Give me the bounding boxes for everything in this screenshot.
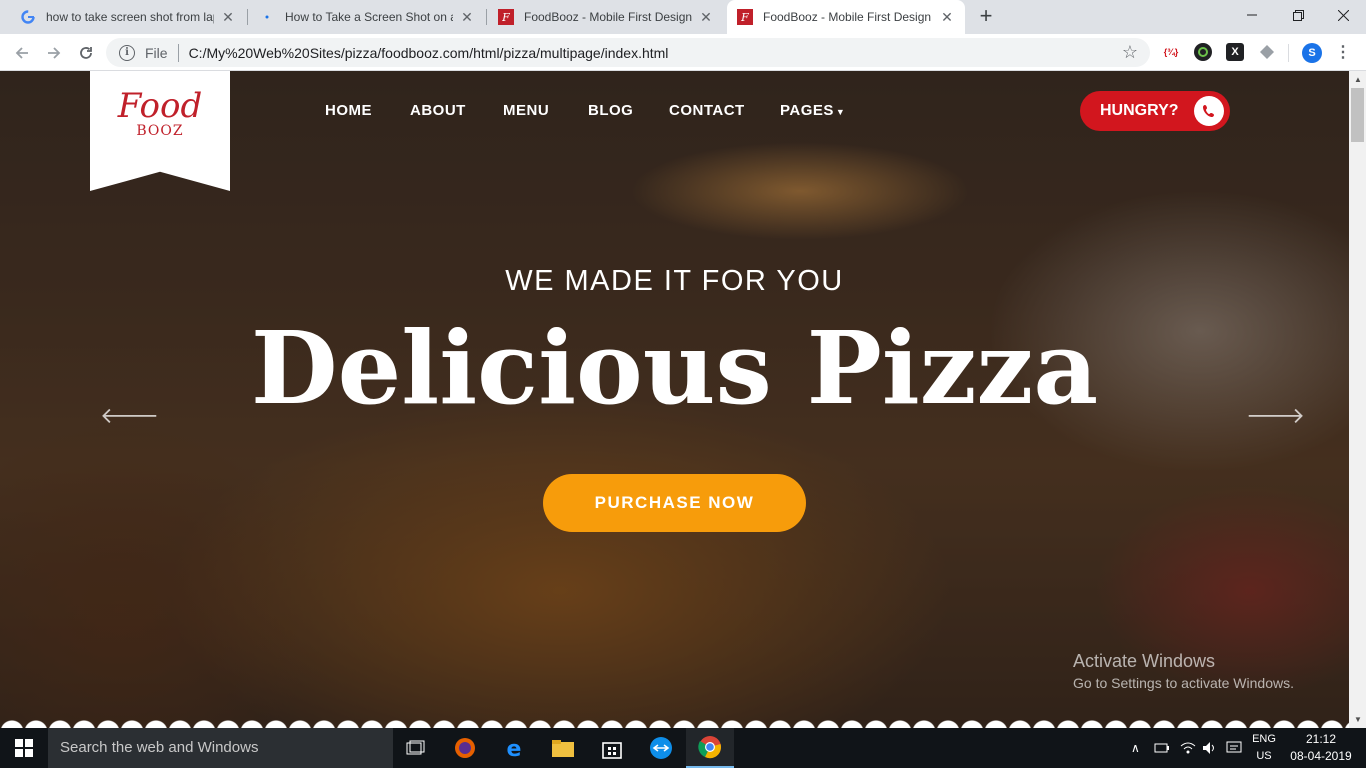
activate-windows-watermark: Activate Windows Go to Settings to activ… bbox=[1073, 651, 1294, 691]
close-icon[interactable]: ✕ bbox=[459, 9, 475, 26]
teamviewer-icon[interactable] bbox=[637, 728, 685, 768]
region-code: US bbox=[1256, 750, 1272, 762]
extension-x-icon[interactable]: X bbox=[1226, 43, 1244, 61]
scroll-thumb[interactable] bbox=[1351, 88, 1364, 142]
chrome-menu-icon[interactable]: ⋮ bbox=[1334, 43, 1352, 61]
store-icon[interactable] bbox=[588, 728, 636, 768]
reload-button[interactable] bbox=[74, 41, 98, 65]
loading-icon bbox=[259, 9, 275, 25]
taskbar-clock[interactable]: 21:12 08-04-2019 bbox=[1288, 731, 1354, 765]
clock-date: 08-04-2019 bbox=[1290, 749, 1352, 763]
protocol-label: File bbox=[145, 44, 168, 61]
task-view-icon[interactable] bbox=[392, 728, 440, 768]
bookmark-star-icon[interactable]: ☆ bbox=[1118, 42, 1142, 63]
hungry-call-button[interactable]: HUNGRY? bbox=[1080, 91, 1230, 131]
browser-tab-strip: how to take screen shot from lap ✕ How t… bbox=[0, 0, 1366, 34]
logo-booz-text: BOOZ bbox=[136, 123, 184, 139]
wifi-icon[interactable] bbox=[1180, 728, 1196, 768]
back-button[interactable] bbox=[10, 41, 34, 65]
purchase-now-button[interactable]: PURCHASE NOW bbox=[543, 474, 806, 532]
tab-how-to-screenshot[interactable]: How to Take a Screen Shot on a W ✕ bbox=[249, 0, 485, 34]
firefox-icon[interactable] bbox=[441, 728, 489, 768]
hungry-label: HUNGRY? bbox=[1100, 102, 1179, 119]
nav-about[interactable]: ABOUT bbox=[410, 102, 466, 119]
caret-down-icon: ▼ bbox=[835, 107, 846, 117]
scroll-down-icon[interactable]: ▼ bbox=[1354, 715, 1362, 724]
restore-button[interactable] bbox=[1275, 0, 1321, 30]
arrow-right-icon bbox=[48, 47, 61, 59]
phone-icon bbox=[1194, 96, 1224, 126]
extension-circle-icon[interactable] bbox=[1194, 43, 1212, 61]
svg-text:e: e bbox=[507, 737, 522, 760]
extension-diamond-icon[interactable] bbox=[1258, 43, 1276, 61]
minimize-button[interactable] bbox=[1229, 0, 1275, 30]
clock-time: 21:12 bbox=[1305, 732, 1337, 746]
close-icon[interactable]: ✕ bbox=[220, 9, 236, 26]
window-close-button[interactable] bbox=[1320, 0, 1366, 30]
tab-google-search[interactable]: how to take screen shot from lap ✕ bbox=[10, 0, 246, 34]
nav-blog[interactable]: BLOG bbox=[588, 102, 633, 119]
google-icon bbox=[20, 9, 36, 25]
nav-pages-dropdown[interactable]: PAGES ▼ bbox=[780, 102, 845, 119]
chrome-taskbar-icon[interactable] bbox=[686, 728, 734, 768]
windows-logo-icon bbox=[15, 739, 33, 757]
forward-button[interactable] bbox=[42, 41, 66, 65]
url-text[interactable]: C:/My%20Web%20Sites/pizza/foodbooz.com/h… bbox=[189, 45, 1118, 61]
close-icon[interactable]: ✕ bbox=[939, 9, 955, 26]
info-icon[interactable]: i bbox=[119, 44, 135, 61]
address-bar[interactable]: i File C:/My%20Web%20Sites/pizza/foodboo… bbox=[106, 38, 1150, 67]
hero-heading: Delicious Pizza bbox=[250, 309, 1099, 427]
toolbar-divider bbox=[1288, 44, 1289, 62]
nav-contact[interactable]: CONTACT bbox=[669, 102, 745, 119]
edge-icon[interactable]: e bbox=[490, 728, 538, 768]
nav-pages-label: PAGES bbox=[780, 102, 834, 119]
watermark-title: Activate Windows bbox=[1073, 651, 1216, 671]
tab-foodbooz-active[interactable]: F FoodBooz - Mobile First Design ✕ bbox=[727, 0, 965, 34]
close-icon[interactable]: ✕ bbox=[698, 9, 714, 26]
windows-taskbar: Search the web and Windows e ∧ ENG US 21… bbox=[0, 728, 1366, 768]
language-indicator[interactable]: ENG US bbox=[1250, 731, 1278, 765]
tab-divider bbox=[486, 9, 487, 25]
watermark-subtitle: Go to Settings to activate Windows. bbox=[1073, 675, 1294, 691]
profile-avatar[interactable]: S bbox=[1302, 43, 1322, 63]
browser-toolbar: i File C:/My%20Web%20Sites/pizza/foodboo… bbox=[0, 34, 1366, 71]
nav-menu[interactable]: MENU bbox=[503, 102, 549, 119]
action-center-icon[interactable] bbox=[1226, 728, 1242, 768]
tab-foodbooz-1[interactable]: F FoodBooz - Mobile First Design ✕ bbox=[488, 0, 724, 34]
new-tab-button[interactable]: + bbox=[974, 5, 998, 29]
svg-text:F: F bbox=[501, 11, 510, 24]
foodbooz-icon: F bbox=[498, 9, 514, 25]
extension-shortcuts-icon[interactable]: {¾} bbox=[1162, 43, 1180, 61]
tab-divider bbox=[247, 9, 248, 25]
nav-home[interactable]: HOME bbox=[325, 102, 372, 119]
omnibox-divider bbox=[177, 43, 179, 62]
file-explorer-icon[interactable] bbox=[539, 728, 587, 768]
taskbar-search-input[interactable]: Search the web and Windows bbox=[48, 728, 393, 768]
hero-subheading: WE MADE IT FOR YOU bbox=[505, 265, 844, 297]
scalloped-edge bbox=[0, 720, 1349, 728]
start-button[interactable] bbox=[0, 728, 48, 768]
svg-text:F: F bbox=[740, 11, 749, 24]
reload-icon bbox=[80, 47, 92, 59]
page-viewport: Food BOOZ HOME ABOUT MENU BLOG CONTACT P… bbox=[0, 71, 1349, 728]
language-code: ENG bbox=[1252, 733, 1276, 745]
page-scrollbar[interactable]: ▲ ▼ bbox=[1349, 71, 1366, 728]
volume-icon[interactable] bbox=[1202, 728, 1218, 768]
scroll-up-icon[interactable]: ▲ bbox=[1354, 75, 1362, 84]
foodbooz-icon: F bbox=[737, 9, 753, 25]
battery-icon[interactable] bbox=[1154, 728, 1170, 768]
show-hidden-icons-chevron-icon[interactable]: ∧ bbox=[1131, 728, 1140, 768]
arrow-left-icon bbox=[15, 47, 28, 59]
